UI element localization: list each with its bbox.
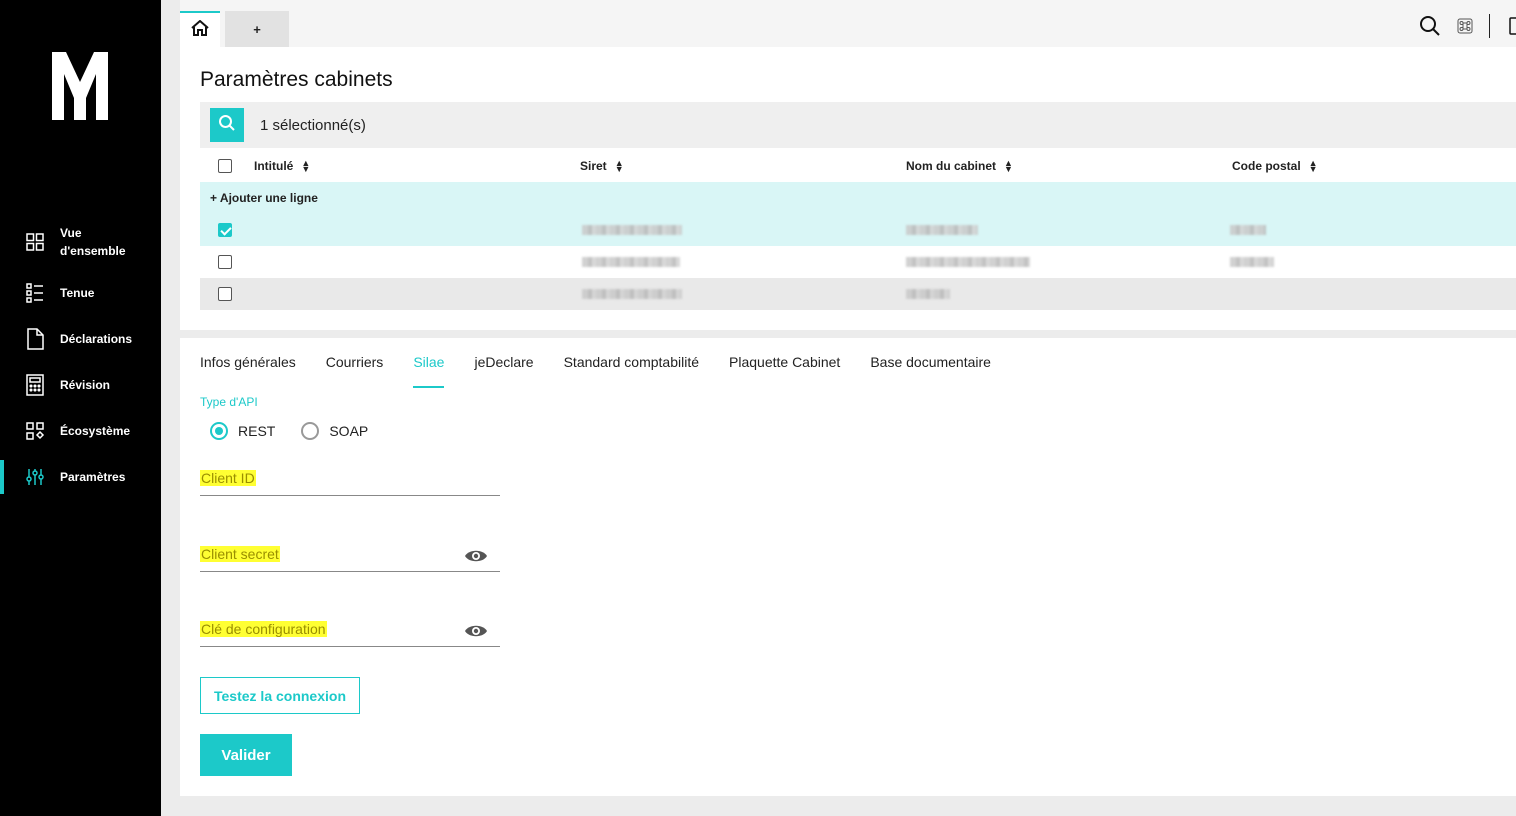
table-toolbar: 1 sélectionné(s) xyxy=(200,102,1516,148)
sidebar-item-parametres[interactable]: Paramètres xyxy=(0,460,161,494)
test-connection-button[interactable]: Testez la connexion xyxy=(200,677,360,714)
page-title: Paramètres cabinets xyxy=(200,68,393,91)
tab-infos-generales[interactable]: Infos générales xyxy=(200,354,296,388)
redacted-cell xyxy=(1230,225,1266,235)
sidebar-item-label: Tenue xyxy=(60,286,95,300)
radio-rest[interactable]: REST xyxy=(210,422,275,440)
sidebar-item-label: Révision xyxy=(60,378,111,392)
sort-icon: ▲ ▼ xyxy=(1004,158,1013,174)
tab-jedeclare[interactable]: jeDeclare xyxy=(474,354,533,388)
sliders-icon xyxy=(24,466,46,488)
row-checkbox[interactable] xyxy=(218,255,232,274)
field-label: Client ID xyxy=(200,470,256,486)
config-key-field[interactable]: Clé de configuration xyxy=(200,621,500,647)
api-type-label: Type d'API xyxy=(200,395,258,409)
command-icon[interactable] xyxy=(1457,18,1473,34)
field-label: Client secret xyxy=(200,546,280,562)
radio-label: SOAP xyxy=(329,423,369,439)
sidebar-item-label: Écosystème xyxy=(60,424,131,438)
home-icon xyxy=(191,19,209,41)
document-icon xyxy=(24,328,46,350)
list-icon xyxy=(24,282,46,304)
redacted-cell xyxy=(906,289,950,299)
ecosystem-icon xyxy=(24,420,46,442)
sidebar-item-label: d'ensemble xyxy=(60,244,126,258)
submit-button[interactable]: Valider xyxy=(200,734,292,776)
sort-icon: ▲ ▼ xyxy=(301,158,311,174)
tab-bar: + xyxy=(180,0,1516,47)
sort-icon: ▲ ▼ xyxy=(614,158,624,174)
sidebar-item-overview[interactable]: Vue d'ensemble xyxy=(0,224,161,260)
client-secret-field[interactable]: Client secret xyxy=(200,546,500,572)
tab-standard-comptabilite[interactable]: Standard comptabilité xyxy=(564,354,699,388)
row-checkbox[interactable] xyxy=(218,223,232,242)
redacted-cell xyxy=(906,225,978,235)
brand-logo[interactable] xyxy=(50,52,110,120)
column-header-nom-cabinet[interactable]: Nom du cabinet ▲ ▼ xyxy=(906,158,1013,174)
select-all-checkbox[interactable] xyxy=(218,159,232,173)
redacted-cell xyxy=(582,289,682,299)
toolbar-divider xyxy=(1489,14,1490,38)
sidebar-item-revision[interactable]: Révision xyxy=(0,374,161,396)
sidebar: Vue d'ensemble Tenue Déclarations Révisi… xyxy=(0,0,161,816)
add-tab-button[interactable]: + xyxy=(225,11,289,47)
calculator-icon xyxy=(24,374,46,396)
column-header-code-postal[interactable]: Code postal ▲ ▼ xyxy=(1232,158,1318,174)
sidebar-item-label: Paramètres xyxy=(60,470,126,484)
table-header: Intitulé ▲ ▼ Siret ▲ ▼ Nom du cabinet ▲ ▼ C… xyxy=(200,150,1516,182)
sort-icon: ▲ ▼ xyxy=(1308,158,1318,174)
tab-plaquette-cabinet[interactable]: Plaquette Cabinet xyxy=(729,354,840,388)
detail-tabs: Infos générales Courriers Silae jeDeclar… xyxy=(200,354,1021,388)
sidebar-item-label: Vue xyxy=(60,226,82,240)
top-right-toolbar xyxy=(1403,14,1516,38)
radio-soap[interactable]: SOAP xyxy=(301,422,368,440)
search-icon xyxy=(218,114,236,137)
add-row-button[interactable]: + Ajouter une ligne xyxy=(200,182,1516,214)
grid-icon xyxy=(24,231,46,253)
selection-count: 1 sélectionné(s) xyxy=(260,116,366,134)
field-label: Clé de configuration xyxy=(200,621,327,637)
radio-button[interactable] xyxy=(210,422,228,440)
sidebar-item-tenue[interactable]: Tenue xyxy=(0,282,161,304)
table-row[interactable] xyxy=(200,278,1516,310)
eye-icon[interactable] xyxy=(464,623,488,644)
client-id-field[interactable]: Client ID xyxy=(200,470,500,496)
main-top-panel: + Paramètres cabinets 1 sélectionné(s) I… xyxy=(180,0,1516,330)
search-icon[interactable] xyxy=(1419,15,1441,37)
redacted-cell xyxy=(582,225,682,235)
table-row[interactable] xyxy=(200,214,1516,246)
user-icon[interactable] xyxy=(1506,15,1516,37)
tab-home[interactable] xyxy=(180,11,220,47)
api-type-radio-group: REST SOAP xyxy=(210,422,394,440)
row-checkbox[interactable] xyxy=(218,287,232,306)
table-row[interactable] xyxy=(200,246,1516,278)
eye-icon[interactable] xyxy=(464,548,488,569)
redacted-cell xyxy=(906,257,1030,267)
column-header-siret[interactable]: Siret ▲ ▼ xyxy=(580,158,624,174)
redacted-cell xyxy=(582,257,680,267)
sidebar-item-label: Déclarations xyxy=(60,332,133,346)
cabinets-table: Intitulé ▲ ▼ Siret ▲ ▼ Nom du cabinet ▲ ▼ C… xyxy=(200,150,1516,310)
tab-base-documentaire[interactable]: Base documentaire xyxy=(870,354,991,388)
sidebar-item-ecosysteme[interactable]: Écosystème xyxy=(0,420,161,442)
tab-courriers[interactable]: Courriers xyxy=(326,354,384,388)
radio-label: REST xyxy=(238,423,276,439)
redacted-cell xyxy=(1230,257,1274,267)
tab-silae[interactable]: Silae xyxy=(413,354,445,388)
detail-panel: Infos générales Courriers Silae jeDeclar… xyxy=(180,338,1516,796)
search-button[interactable] xyxy=(210,108,244,142)
sidebar-item-declarations[interactable]: Déclarations xyxy=(0,328,161,350)
radio-button[interactable] xyxy=(301,422,320,440)
column-header-intitule[interactable]: Intitulé ▲ ▼ xyxy=(254,158,311,174)
